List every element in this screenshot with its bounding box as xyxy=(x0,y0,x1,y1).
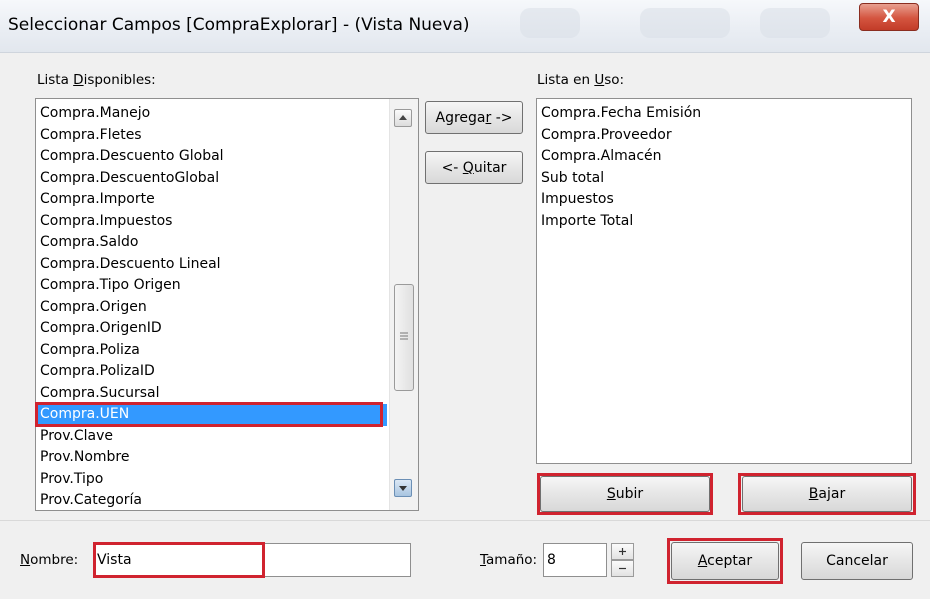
move-down-button[interactable]: Bajar xyxy=(742,476,912,512)
in-use-fields-list[interactable]: Compra.Fecha Emisión Compra.Proveedor Comp… xyxy=(536,98,912,464)
remove-button[interactable]: <- Quitar xyxy=(425,151,523,184)
move-up-button[interactable]: Subir xyxy=(540,476,710,512)
chevron-up-icon xyxy=(399,115,407,120)
list-item[interactable]: Compra.Importe xyxy=(36,189,387,211)
add-button[interactable]: Agregar -> xyxy=(425,101,523,134)
list-item[interactable]: Prov.Clave xyxy=(36,426,387,448)
close-icon: X xyxy=(882,7,896,27)
list-item[interactable]: Compra.Impuestos xyxy=(36,211,387,233)
scroll-down-button[interactable] xyxy=(394,479,412,497)
list-item[interactable]: Prov.Categoría xyxy=(36,490,387,510)
list-item[interactable]: Compra.Proveedor xyxy=(537,125,907,147)
name-input[interactable]: Vista xyxy=(93,543,411,577)
list-item[interactable]: Importe Total xyxy=(537,211,907,233)
list-item[interactable]: Compra.Fecha Emisión xyxy=(537,103,907,125)
grip-icon xyxy=(400,332,408,340)
list-item[interactable]: Compra.PolizaID xyxy=(36,361,387,383)
cancel-button[interactable]: Cancelar xyxy=(801,542,913,580)
accept-button[interactable]: Aceptar xyxy=(671,542,779,580)
title-bar-blur xyxy=(520,8,580,38)
size-increment-button[interactable] xyxy=(611,543,634,560)
list-item[interactable]: Compra.Manejo xyxy=(36,103,387,125)
list-item[interactable]: Sub total xyxy=(537,168,907,190)
available-fields-list[interactable]: Compra.Manejo Compra.Fletes Compra.Descuen… xyxy=(35,98,419,511)
name-label: Nombre: xyxy=(20,552,79,568)
size-decrement-button[interactable] xyxy=(611,560,634,577)
list-item[interactable]: Compra.Almacén xyxy=(537,146,907,168)
close-button[interactable]: X xyxy=(859,3,919,31)
list-item[interactable]: Compra.Descuento Lineal xyxy=(36,254,387,276)
list-item[interactable]: Compra.UEN xyxy=(36,404,387,426)
size-input[interactable]: 8 xyxy=(543,543,607,577)
available-list-label: Lista Disponibles: xyxy=(37,72,156,88)
list-item[interactable]: Compra.Fletes xyxy=(36,125,387,147)
plus-icon xyxy=(619,548,626,555)
size-label: Tamaño: xyxy=(480,552,538,568)
in-use-list-label: Lista en Uso: xyxy=(537,72,625,88)
in-use-items: Compra.Fecha Emisión Compra.Proveedor Comp… xyxy=(537,103,907,232)
dialog-window: Seleccionar Campos [CompraExplorar] - (V… xyxy=(0,0,930,599)
list-item[interactable]: Prov.Nombre xyxy=(36,447,387,469)
title-bar-blur xyxy=(760,8,830,38)
list-item[interactable]: Impuestos xyxy=(537,189,907,211)
chevron-down-icon xyxy=(399,486,407,491)
list-item[interactable]: Compra.OrigenID xyxy=(36,318,387,340)
list-item[interactable]: Compra.Saldo xyxy=(36,232,387,254)
minus-icon xyxy=(619,567,626,570)
list-item[interactable]: Compra.Descuento Global xyxy=(36,146,387,168)
title-bar: Seleccionar Campos [CompraExplorar] - (V… xyxy=(0,0,930,53)
scroll-up-button[interactable] xyxy=(394,109,412,127)
list-item[interactable]: Prov.Tipo xyxy=(36,469,387,491)
section-divider xyxy=(0,520,930,521)
list-item[interactable]: Compra.DescuentoGlobal xyxy=(36,168,387,190)
list-item[interactable]: Compra.Poliza xyxy=(36,340,387,362)
list-item[interactable]: Compra.Tipo Origen xyxy=(36,275,387,297)
available-items: Compra.Manejo Compra.Fletes Compra.Descuen… xyxy=(36,103,387,510)
window-title: Seleccionar Campos [CompraExplorar] - (V… xyxy=(8,15,470,35)
available-scrollbar[interactable] xyxy=(389,99,418,510)
list-item[interactable]: Compra.Origen xyxy=(36,297,387,319)
list-item[interactable]: Compra.Sucursal xyxy=(36,383,387,405)
title-bar-blur xyxy=(640,8,730,38)
scroll-thumb[interactable] xyxy=(394,284,414,391)
